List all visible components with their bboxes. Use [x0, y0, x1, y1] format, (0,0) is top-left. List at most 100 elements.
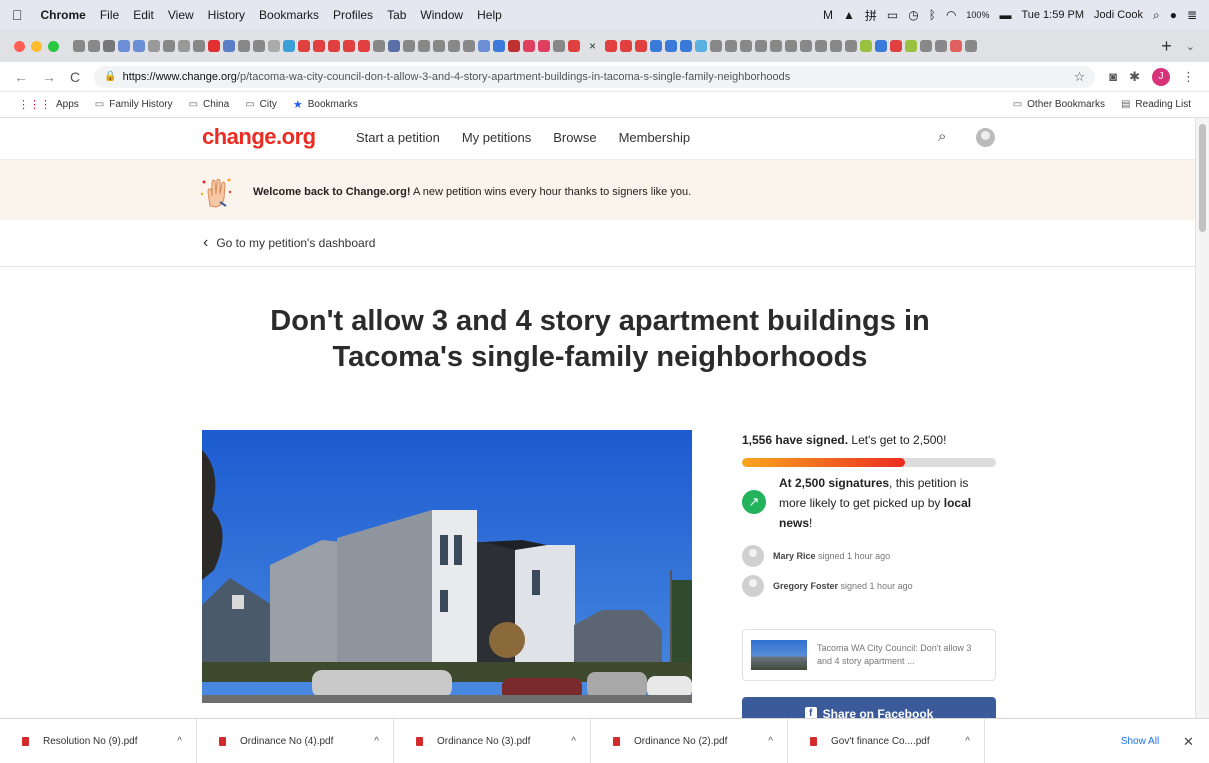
chevron-up-icon[interactable]: ^ [571, 736, 576, 747]
tab-favicon[interactable] [478, 40, 490, 52]
share-preview-card[interactable]: Tacoma WA City Council: Don't allow 3 an… [742, 629, 996, 681]
tab-favicon[interactable] [103, 40, 115, 52]
close-tab-icon[interactable]: × [589, 39, 596, 53]
tab-search-icon[interactable]: ⌄ [1186, 40, 1195, 53]
show-all-downloads-button[interactable]: Show All [1104, 728, 1176, 754]
forward-icon[interactable]: → [42, 69, 56, 85]
tab-favicon[interactable] [433, 40, 445, 52]
new-tab-button[interactable]: + [1161, 36, 1172, 57]
tab-favicon[interactable] [605, 40, 618, 52]
minimize-window-icon[interactable] [31, 40, 42, 52]
tab-favicon[interactable] [178, 40, 190, 52]
bookmark-china[interactable]: ▭ China [189, 99, 230, 110]
extension-icon[interactable]: ◙ [1109, 69, 1117, 84]
download-item[interactable]: Resolution No (9).pdf ^ [0, 718, 197, 763]
tab-favicon[interactable] [418, 40, 430, 52]
download-item[interactable]: Ordinance No (3).pdf ^ [394, 718, 591, 763]
tab-favicon[interactable] [388, 40, 400, 52]
nav-my-petitions[interactable]: My petitions [462, 130, 531, 145]
nav-start-petition[interactable]: Start a petition [356, 130, 440, 145]
tab-favicon[interactable] [223, 40, 235, 52]
tab-favicon[interactable] [815, 40, 828, 52]
tab-favicon[interactable] [553, 40, 565, 52]
menu-edit[interactable]: Edit [133, 8, 154, 22]
download-item[interactable]: Ordinance No (2).pdf ^ [591, 718, 788, 763]
user-avatar[interactable] [976, 128, 995, 147]
chevron-up-icon[interactable]: ^ [768, 736, 773, 747]
bookmark-star-icon[interactable]: ☆ [1074, 69, 1086, 85]
chevron-up-icon[interactable]: ^ [374, 736, 379, 747]
reading-list[interactable]: ▤ Reading List [1121, 99, 1191, 110]
tab-favicon[interactable] [785, 40, 798, 52]
tab-favicon[interactable] [133, 40, 145, 52]
tab-favicon[interactable] [538, 40, 550, 52]
tab-favicon[interactable] [88, 40, 100, 52]
tab-favicon[interactable] [73, 40, 85, 52]
wifi-icon[interactable]: ◠ [946, 8, 956, 22]
tab-favicon[interactable] [163, 40, 175, 52]
airplay-icon[interactable]: ▭ [887, 8, 898, 22]
menu-file[interactable]: File [100, 8, 119, 22]
tab-favicon[interactable] [568, 40, 580, 52]
tab-favicon[interactable] [830, 40, 843, 52]
tab-favicon[interactable] [493, 40, 505, 52]
tab-favicon[interactable] [965, 40, 978, 52]
bookmark-other[interactable]: ▭ Other Bookmarks [1013, 99, 1105, 110]
tab-favicon[interactable] [680, 40, 693, 52]
puzzle-icon[interactable]: ✱ [1129, 69, 1140, 85]
tab-favicon[interactable] [298, 40, 310, 52]
siri-icon[interactable]: ● [1170, 8, 1177, 22]
tab-favicon[interactable] [118, 40, 130, 52]
address-bar[interactable]: 🔒 https://www.change.org /p/tacoma-wa-ci… [94, 65, 1096, 88]
menu-tab[interactable]: Tab [387, 8, 406, 22]
tab-favicon[interactable] [635, 40, 648, 52]
battery-icon[interactable]: ▬ [999, 8, 1011, 22]
tab-favicon[interactable] [695, 40, 708, 52]
profile-avatar[interactable]: J [1152, 67, 1170, 86]
tab-favicon[interactable] [373, 40, 385, 52]
scrollbar-thumb[interactable] [1199, 124, 1206, 232]
menu-bookmarks[interactable]: Bookmarks [259, 8, 319, 22]
user-name[interactable]: Jodi Cook [1094, 9, 1143, 21]
nav-membership[interactable]: Membership [619, 130, 691, 145]
tab-favicon[interactable] [665, 40, 678, 52]
tab-favicon[interactable] [313, 40, 325, 52]
menu-window[interactable]: Window [420, 8, 463, 22]
menu-view[interactable]: View [168, 8, 194, 22]
tab-favicon[interactable] [890, 40, 903, 52]
tab-favicon[interactable] [208, 40, 220, 52]
bookmark-city[interactable]: ▭ City [245, 99, 277, 110]
bookmark-bookmarks[interactable]: ★ Bookmarks [293, 98, 358, 111]
menu-history[interactable]: History [208, 8, 245, 22]
nav-browse[interactable]: Browse [553, 130, 596, 145]
tab-favicon[interactable] [905, 40, 918, 52]
tab-favicon[interactable] [710, 40, 723, 52]
tab-favicon[interactable] [328, 40, 340, 52]
tab-favicon[interactable] [193, 40, 205, 52]
malwarebytes-icon[interactable]: M [823, 8, 833, 22]
tab-favicon[interactable] [845, 40, 858, 52]
clock[interactable]: Tue 1:59 PM [1021, 9, 1084, 21]
maximize-window-icon[interactable] [48, 40, 59, 52]
tab-favicon[interactable] [875, 40, 888, 52]
menu-app-chrome[interactable]: Chrome [41, 8, 86, 22]
apple-icon[interactable]:  [12, 7, 23, 23]
tab-favicon[interactable] [463, 40, 475, 52]
tab-favicon[interactable] [238, 40, 250, 52]
lock-icon[interactable]: 🔒 [104, 71, 116, 82]
tab-favicon[interactable] [508, 40, 520, 52]
kebab-menu-icon[interactable]: ⋮ [1182, 69, 1195, 85]
spotlight-icon[interactable]: ⌕ [1153, 8, 1160, 23]
tab-favicon[interactable] [725, 40, 738, 52]
tab-favicon[interactable] [770, 40, 783, 52]
tab-favicon[interactable] [935, 40, 948, 52]
tab-favicon[interactable] [860, 40, 873, 52]
tab-favicon[interactable] [755, 40, 768, 52]
input-method-icon[interactable]: 拼 [865, 7, 877, 24]
tab-favicon[interactable] [268, 40, 280, 52]
bluetooth-icon[interactable]: ᛒ [929, 8, 936, 22]
tab-favicon[interactable] [403, 40, 415, 52]
tab-favicon[interactable] [650, 40, 663, 52]
change-org-logo[interactable]: change.org [202, 124, 316, 150]
bookmark-family-history[interactable]: ▭ Family History [95, 99, 173, 110]
